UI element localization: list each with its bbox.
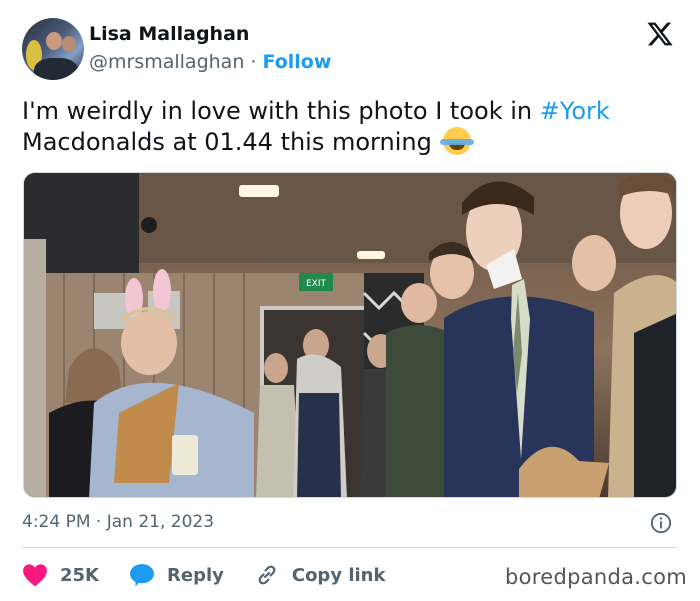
- likes-count: 25K: [60, 564, 99, 586]
- ceiling-light: [357, 251, 385, 259]
- tweet-text: I'm weirdly in love with this photo I to…: [22, 96, 682, 158]
- copy-link-button[interactable]: Copy link: [254, 563, 386, 587]
- tweet-timestamp[interactable]: 4:24 PM · Jan 21, 2023: [22, 512, 214, 532]
- tweet-text-part: I'm weirdly in love with this photo I to…: [22, 97, 540, 125]
- tweet-photo[interactable]: EXIT: [23, 172, 677, 498]
- speech-bubble-icon: [130, 564, 154, 587]
- tears-of-joy-emoji-icon: [440, 127, 475, 155]
- ceiling-light: [239, 185, 279, 197]
- pillar: [24, 239, 46, 497]
- watermark: boredpanda.com: [505, 565, 688, 589]
- hashtag-link[interactable]: #York: [540, 97, 610, 125]
- follow-button[interactable]: Follow: [263, 51, 332, 73]
- x-logo-icon[interactable]: [645, 20, 675, 48]
- separator-dot: ·: [250, 51, 257, 73]
- reply-label: Reply: [167, 564, 224, 586]
- author-handle-row: @mrsmallaghan · Follow: [89, 51, 331, 73]
- avatar-detail: [46, 32, 62, 50]
- author-avatar[interactable]: [22, 18, 84, 80]
- reply-button[interactable]: Reply: [129, 563, 224, 587]
- like-button[interactable]: 25K: [22, 563, 99, 587]
- heart-icon: [23, 564, 47, 587]
- author-handle[interactable]: @mrsmallaghan: [89, 51, 244, 73]
- action-bar: 25K Reply Copy link: [22, 560, 415, 590]
- exit-sign-text: EXIT: [306, 279, 327, 289]
- link-icon: [258, 565, 276, 585]
- divider: [22, 547, 677, 548]
- tweet-text-part: Macdonalds at 01.44 this morning: [22, 128, 440, 156]
- avatar-detail: [62, 36, 76, 52]
- info-icon[interactable]: [650, 512, 672, 534]
- avatar-detail: [34, 58, 78, 80]
- camera-dome: [141, 217, 157, 233]
- copy-link-label: Copy link: [291, 564, 386, 586]
- author-name[interactable]: Lisa Mallaghan: [89, 23, 249, 45]
- photo-illustration: EXIT: [24, 173, 676, 497]
- bunny-ears-woman-face: [121, 311, 177, 375]
- cup: [172, 435, 198, 475]
